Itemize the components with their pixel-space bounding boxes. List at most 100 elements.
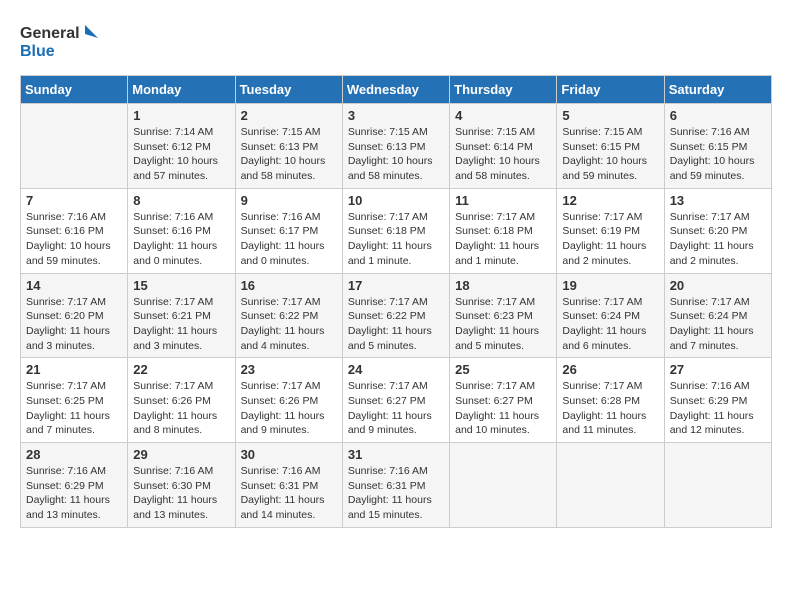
day-info: Sunrise: 7:16 AMSunset: 6:29 PMDaylight:… (26, 464, 122, 523)
day-number: 10 (348, 193, 444, 208)
calendar-day-cell: 17 Sunrise: 7:17 AMSunset: 6:22 PMDayligh… (342, 273, 449, 358)
day-info: Sunrise: 7:17 AMSunset: 6:27 PMDaylight:… (348, 379, 444, 438)
day-info: Sunrise: 7:17 AMSunset: 6:24 PMDaylight:… (670, 295, 766, 354)
calendar-header-row: SundayMondayTuesdayWednesdayThursdayFrid… (21, 76, 772, 104)
calendar-day-cell: 7 Sunrise: 7:16 AMSunset: 6:16 PMDaylight… (21, 188, 128, 273)
calendar-day-cell (664, 443, 771, 528)
day-number: 27 (670, 362, 766, 377)
calendar-day-cell (450, 443, 557, 528)
day-number: 25 (455, 362, 551, 377)
weekday-header: Tuesday (235, 76, 342, 104)
day-info: Sunrise: 7:16 AMSunset: 6:29 PMDaylight:… (670, 379, 766, 438)
day-number: 30 (241, 447, 337, 462)
day-number: 9 (241, 193, 337, 208)
calendar-day-cell: 30 Sunrise: 7:16 AMSunset: 6:31 PMDayligh… (235, 443, 342, 528)
logo-svg: GeneralBlue (20, 20, 100, 65)
day-number: 6 (670, 108, 766, 123)
weekday-header: Thursday (450, 76, 557, 104)
calendar-day-cell: 11 Sunrise: 7:17 AMSunset: 6:18 PMDayligh… (450, 188, 557, 273)
day-number: 28 (26, 447, 122, 462)
calendar-day-cell: 12 Sunrise: 7:17 AMSunset: 6:19 PMDayligh… (557, 188, 664, 273)
page-header: GeneralBlue (20, 20, 772, 65)
calendar-day-cell: 25 Sunrise: 7:17 AMSunset: 6:27 PMDayligh… (450, 358, 557, 443)
calendar-week-row: 21 Sunrise: 7:17 AMSunset: 6:25 PMDayligh… (21, 358, 772, 443)
calendar-day-cell: 27 Sunrise: 7:16 AMSunset: 6:29 PMDayligh… (664, 358, 771, 443)
day-info: Sunrise: 7:15 AMSunset: 6:13 PMDaylight:… (348, 125, 444, 184)
day-number: 13 (670, 193, 766, 208)
day-number: 1 (133, 108, 229, 123)
calendar-week-row: 14Sunrise: 7:17 AMSunset: 6:20 PMDayligh… (21, 273, 772, 358)
calendar-day-cell (557, 443, 664, 528)
day-number: 23 (241, 362, 337, 377)
day-number: 11 (455, 193, 551, 208)
day-info: Sunrise: 7:17 AMSunset: 6:21 PMDaylight:… (133, 295, 229, 354)
calendar-week-row: 28 Sunrise: 7:16 AMSunset: 6:29 PMDayligh… (21, 443, 772, 528)
calendar-day-cell: 20Sunrise: 7:17 AMSunset: 6:24 PMDayligh… (664, 273, 771, 358)
day-info: Sunrise: 7:15 AMSunset: 6:13 PMDaylight:… (241, 125, 337, 184)
day-number: 3 (348, 108, 444, 123)
day-info: Sunrise: 7:17 AMSunset: 6:23 PMDaylight:… (455, 295, 551, 354)
calendar-day-cell: 24 Sunrise: 7:17 AMSunset: 6:27 PMDayligh… (342, 358, 449, 443)
day-info: Sunrise: 7:17 AMSunset: 6:20 PMDaylight:… (26, 295, 122, 354)
day-info: Sunrise: 7:17 AMSunset: 6:26 PMDaylight:… (133, 379, 229, 438)
day-info: Sunrise: 7:14 AMSunset: 6:12 PMDaylight:… (133, 125, 229, 184)
day-info: Sunrise: 7:17 AMSunset: 6:18 PMDaylight:… (455, 210, 551, 269)
day-info: Sunrise: 7:16 AMSunset: 6:31 PMDaylight:… (241, 464, 337, 523)
day-info: Sunrise: 7:15 AMSunset: 6:15 PMDaylight:… (562, 125, 658, 184)
day-number: 4 (455, 108, 551, 123)
day-number: 16 (241, 278, 337, 293)
day-info: Sunrise: 7:16 AMSunset: 6:16 PMDaylight:… (133, 210, 229, 269)
day-number: 7 (26, 193, 122, 208)
day-info: Sunrise: 7:17 AMSunset: 6:22 PMDaylight:… (348, 295, 444, 354)
day-number: 18 (455, 278, 551, 293)
day-number: 12 (562, 193, 658, 208)
calendar-day-cell: 18 Sunrise: 7:17 AMSunset: 6:23 PMDayligh… (450, 273, 557, 358)
svg-text:General: General (20, 25, 80, 42)
calendar-day-cell: 26Sunrise: 7:17 AMSunset: 6:28 PMDayligh… (557, 358, 664, 443)
day-number: 31 (348, 447, 444, 462)
calendar-day-cell: 22 Sunrise: 7:17 AMSunset: 6:26 PMDayligh… (128, 358, 235, 443)
svg-text:Blue: Blue (20, 43, 55, 60)
weekday-header: Saturday (664, 76, 771, 104)
day-number: 24 (348, 362, 444, 377)
weekday-header: Friday (557, 76, 664, 104)
calendar-day-cell: 2Sunrise: 7:15 AMSunset: 6:13 PMDaylight… (235, 104, 342, 189)
day-number: 22 (133, 362, 229, 377)
day-number: 29 (133, 447, 229, 462)
calendar-day-cell: 31 Sunrise: 7:16 AMSunset: 6:31 PMDayligh… (342, 443, 449, 528)
calendar-body: 1 Sunrise: 7:14 AMSunset: 6:12 PMDaylight… (21, 104, 772, 528)
day-info: Sunrise: 7:16 AMSunset: 6:31 PMDaylight:… (348, 464, 444, 523)
calendar-day-cell: 21 Sunrise: 7:17 AMSunset: 6:25 PMDayligh… (21, 358, 128, 443)
calendar-day-cell: 9 Sunrise: 7:16 AMSunset: 6:17 PMDaylight… (235, 188, 342, 273)
day-number: 15 (133, 278, 229, 293)
calendar-day-cell: 29 Sunrise: 7:16 AMSunset: 6:30 PMDayligh… (128, 443, 235, 528)
day-info: Sunrise: 7:17 AMSunset: 6:26 PMDaylight:… (241, 379, 337, 438)
day-number: 17 (348, 278, 444, 293)
calendar-day-cell: 16 Sunrise: 7:17 AMSunset: 6:22 PMDayligh… (235, 273, 342, 358)
day-info: Sunrise: 7:17 AMSunset: 6:18 PMDaylight:… (348, 210, 444, 269)
day-number: 8 (133, 193, 229, 208)
day-number: 21 (26, 362, 122, 377)
calendar-day-cell: 23 Sunrise: 7:17 AMSunset: 6:26 PMDayligh… (235, 358, 342, 443)
day-info: Sunrise: 7:16 AMSunset: 6:16 PMDaylight:… (26, 210, 122, 269)
calendar-day-cell: 1 Sunrise: 7:14 AMSunset: 6:12 PMDaylight… (128, 104, 235, 189)
calendar-day-cell: 5 Sunrise: 7:15 AMSunset: 6:15 PMDaylight… (557, 104, 664, 189)
calendar-day-cell: 19Sunrise: 7:17 AMSunset: 6:24 PMDayligh… (557, 273, 664, 358)
calendar-day-cell: 13Sunrise: 7:17 AMSunset: 6:20 PMDayligh… (664, 188, 771, 273)
weekday-header: Sunday (21, 76, 128, 104)
weekday-header: Wednesday (342, 76, 449, 104)
calendar-day-cell: 4 Sunrise: 7:15 AMSunset: 6:14 PMDaylight… (450, 104, 557, 189)
day-info: Sunrise: 7:17 AMSunset: 6:27 PMDaylight:… (455, 379, 551, 438)
day-info: Sunrise: 7:15 AMSunset: 6:14 PMDaylight:… (455, 125, 551, 184)
day-number: 26 (562, 362, 658, 377)
day-number: 5 (562, 108, 658, 123)
calendar-day-cell (21, 104, 128, 189)
calendar-day-cell: 28 Sunrise: 7:16 AMSunset: 6:29 PMDayligh… (21, 443, 128, 528)
calendar-week-row: 1 Sunrise: 7:14 AMSunset: 6:12 PMDaylight… (21, 104, 772, 189)
day-info: Sunrise: 7:17 AMSunset: 6:19 PMDaylight:… (562, 210, 658, 269)
calendar-day-cell: 8 Sunrise: 7:16 AMSunset: 6:16 PMDaylight… (128, 188, 235, 273)
day-info: Sunrise: 7:16 AMSunset: 6:30 PMDaylight:… (133, 464, 229, 523)
day-info: Sunrise: 7:17 AMSunset: 6:22 PMDaylight:… (241, 295, 337, 354)
day-info: Sunrise: 7:17 AMSunset: 6:25 PMDaylight:… (26, 379, 122, 438)
day-info: Sunrise: 7:16 AMSunset: 6:17 PMDaylight:… (241, 210, 337, 269)
